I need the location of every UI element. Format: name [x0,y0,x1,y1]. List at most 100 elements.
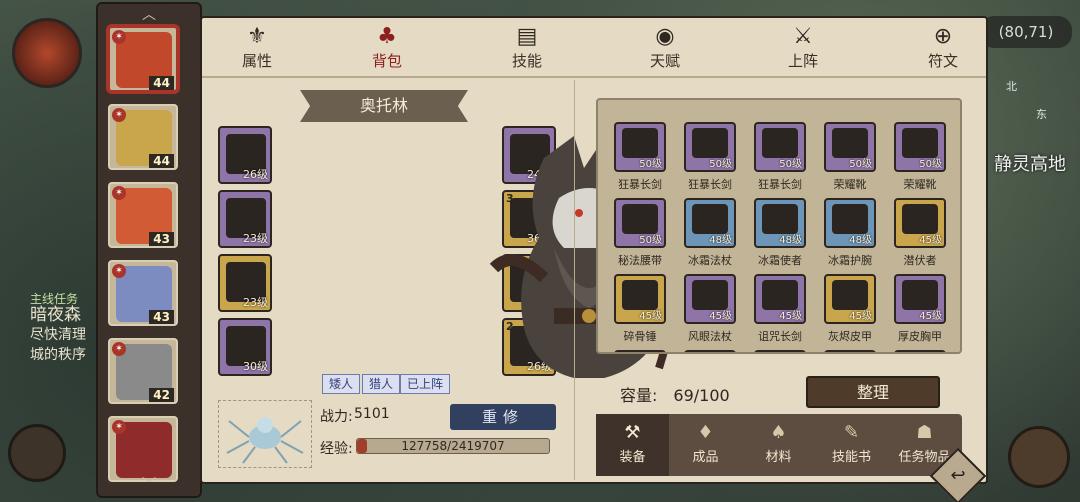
tab-1[interactable]: ♣ 背包 [342,24,432,71]
bag-tab-icon: ♦ [697,422,714,443]
bag-category-tabs: ⚒ 装备 ♦ 成品 ♠ 材料 ✎ 技能书 ☗ 任务物品 [596,414,962,476]
item-icon [622,204,658,234]
inventory-item[interactable]: 48级 冰霜法杖 [680,194,740,270]
companion-pet[interactable] [218,400,312,468]
compass-icon: 北 东 [980,78,1047,138]
inventory-item[interactable]: 45级 潜伏者 [890,194,950,270]
hero-trait-tag: 已上阵 [400,374,451,394]
quest-line-2: 尽快清理 [30,327,86,343]
equipment-slot[interactable]: 26级 [218,126,272,184]
item-level: 50级 [709,159,732,170]
inventory-item[interactable] [680,346,740,352]
bag-tab[interactable]: ✎ 技能书 [815,414,888,476]
inventory-item[interactable]: 50级 狂暴长剑 [750,118,810,194]
equipment-slot[interactable]: 23级 [218,254,272,312]
tab-4[interactable]: ⚔ 上阵 [758,24,848,71]
hero-card[interactable]: ✶ 43 [108,260,178,326]
inventory-item[interactable]: 50级 荣耀靴 [820,118,880,194]
hero-level: 43 [149,310,174,324]
inventory-item[interactable]: 45级 碎骨锤 [610,270,670,346]
panel-divider [574,80,575,480]
item-name: 风眼法杖 [688,330,732,343]
hero-card[interactable]: ✶ [108,416,178,482]
bag-tab-label: 成品 [692,450,719,465]
tab-2[interactable]: ▤ 技能 [482,24,572,71]
hero-trait-tag: 矮人 [322,374,361,394]
bag-tab[interactable]: ♦ 成品 [669,414,742,476]
item-name: 冰霜法杖 [688,254,732,267]
bottom-right-button[interactable] [1008,426,1070,488]
inventory-item[interactable] [890,346,950,352]
item-level: 48级 [849,235,872,246]
inventory-item[interactable]: 50级狂暴长剑 [680,118,740,194]
item-name: 狂暴长剑 [618,178,662,191]
hero-level: 44 [149,154,174,168]
hero-card[interactable]: ✶ 43 [108,182,178,248]
inventory-item[interactable]: 45级诅咒长剑 [750,270,810,346]
item-icon [762,204,798,234]
bag-tab[interactable]: ♠ 材料 [742,414,815,476]
item-name: 冰霜护腕 [828,254,872,267]
inventory-item[interactable] [750,346,810,352]
player-avatar[interactable] [12,18,82,88]
hero-level: 42 [149,388,174,402]
equipment-level: 30级 [243,360,268,373]
hero-name: 奥托林 [300,90,468,122]
item-level: 45级 [919,235,942,246]
inventory-item[interactable]: 50级 荣耀靴 [890,118,950,194]
bag-tab-label: 材料 [765,450,792,465]
hero-card[interactable]: ✶ 44 [108,26,178,92]
inventory-item[interactable]: 48级 冰霜使者 [750,194,810,270]
item-icon [692,280,728,310]
tab-5[interactable]: ⊕ 符文 [898,24,988,71]
hero-card[interactable]: ✶ 44 [108,104,178,170]
inventory-item[interactable]: 45级 厚皮胸甲 [890,270,950,346]
item-level: 50级 [919,159,942,170]
inventory-item[interactable] [820,346,880,352]
inventory-item[interactable] [610,346,670,352]
equipment-slot[interactable]: 30级 [218,318,272,376]
hero-card[interactable]: ✶ 42 [108,338,178,404]
bag-tab-label: 技能书 [831,450,871,465]
inventory-slot: 48级 [754,198,806,248]
item-icon [762,280,798,310]
equipment-level: 23级 [243,296,268,309]
hero-class-icon: ✶ [112,30,126,44]
tab-icon: ⚔ [793,24,813,49]
bottom-left-button[interactable] [8,424,66,482]
inventory-grid[interactable]: 50级 狂暴长剑 50级 狂暴长剑 50级 狂暴长剑 50级 荣耀靴 50级 荣耀靴 50级 秘法腰带… [596,98,962,354]
hero-list[interactable]: ︿ ✶ 44 ✶ 44 ✶ 43 ✶ 43 ✶ 42 ✶ ﹀ [96,2,202,498]
inventory-slot: 50级 [894,122,946,172]
inventory-item[interactable]: 45级风眼法杖 [680,270,740,346]
inventory-slot: 45级 [754,274,806,324]
inventory-slot: 50级 [754,122,806,172]
scroll-up-icon[interactable]: ︿ [98,4,200,24]
inventory-item[interactable]: 48级冰霜护腕 [820,194,880,270]
inventory-item[interactable]: 50级 狂暴长剑 [610,118,670,194]
tab-3[interactable]: ◉ 天赋 [620,24,710,71]
scroll-down-icon[interactable]: ﹀ [98,474,200,494]
inventory-item[interactable]: 45级 灰烬皮甲 [820,270,880,346]
item-level: 48级 [779,235,802,246]
item-level: 45级 [849,311,872,322]
inventory-slot: 45级 [684,274,736,324]
equipment-slot[interactable]: 23级 [218,190,272,248]
item-icon [832,280,868,310]
hero-class-icon: ✶ [112,342,126,356]
compass-north: 北 [1006,80,1017,93]
inventory-item[interactable]: 50级 秘法腰带 [610,194,670,270]
inventory-slot [684,350,736,352]
bag-tab[interactable]: ⚒ 装备 [596,414,669,476]
hero-panel: ⚜属性♣背包▤技能◉天赋⚔上阵⊕符文 奥托林 26级23级23级30级 24级3… [200,16,988,484]
hero-class-icon: ✶ [112,108,126,122]
item-name: 碎骨锤 [623,330,657,343]
equipment-level: 26级 [243,168,268,181]
tab-0[interactable]: ⚜ 属性 [212,24,302,71]
sort-button[interactable]: 整理 [806,376,940,408]
item-icon [622,128,658,158]
inventory-slot [894,350,946,352]
tab-label: 技能 [511,52,542,70]
item-name: 诅咒长剑 [758,330,802,343]
rebuild-button[interactable]: 重修 [450,404,556,430]
item-name: 狂暴长剑 [688,178,732,191]
